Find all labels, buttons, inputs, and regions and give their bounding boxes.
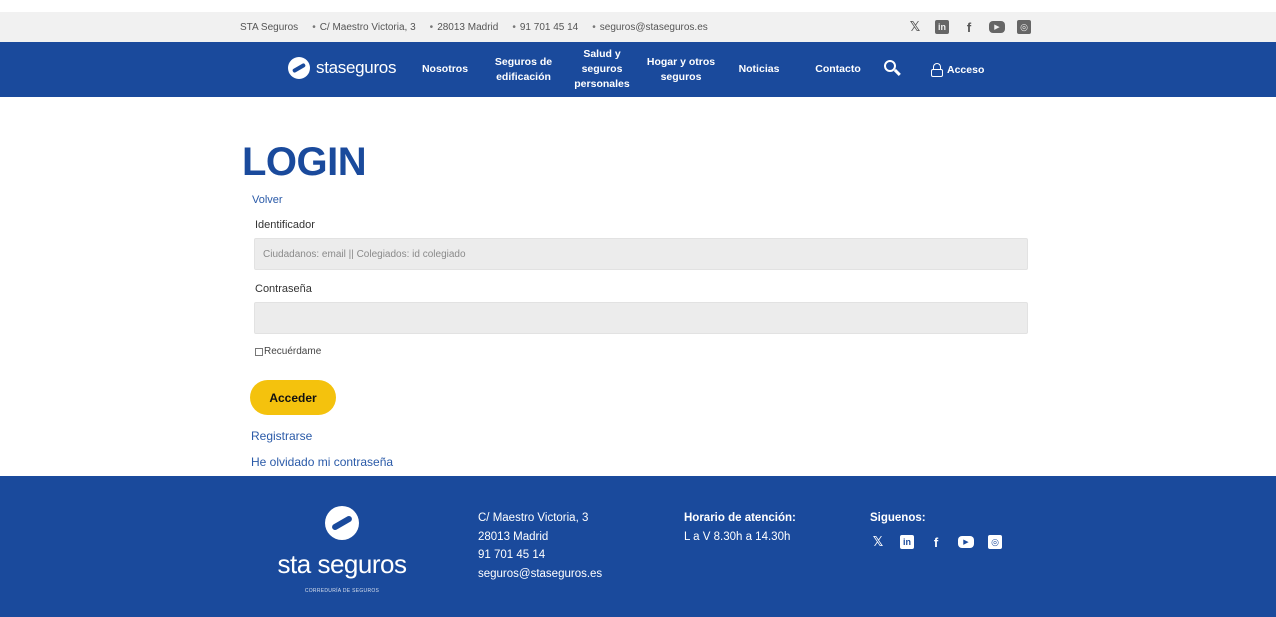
- footer-social-links: 𝕏 in f ▶ ◎: [870, 534, 1002, 550]
- access-label: Acceso: [947, 63, 985, 76]
- footer-phone[interactable]: 91 701 45 14: [478, 546, 602, 565]
- nav-item-contacto[interactable]: Contacto: [812, 42, 864, 97]
- company-name: STA Seguros: [240, 21, 299, 33]
- remember-me[interactable]: Recuérdame: [255, 346, 321, 357]
- nav-item-nosotros[interactable]: Nosotros: [420, 42, 470, 97]
- footer-hours: Horario de atención: L a V 8.30h a 14.30…: [684, 509, 796, 546]
- nav-item-salud[interactable]: Salud y seguros personales: [562, 42, 642, 97]
- footer: sta seguros CORREDURÍA DE SEGUROS C/ Mae…: [0, 476, 1276, 617]
- instagram-icon[interactable]: ◎: [988, 535, 1002, 549]
- linkedin-icon[interactable]: in: [900, 535, 914, 549]
- back-link[interactable]: Volver: [252, 194, 283, 206]
- top-info-bar: STA Seguros • C/ Maestro Victoria, 3 • 2…: [0, 12, 1276, 42]
- x-icon[interactable]: 𝕏: [870, 534, 886, 550]
- footer-email[interactable]: seguros@staseguros.es: [478, 565, 602, 584]
- hours-title: Horario de atención:: [684, 512, 796, 524]
- lock-icon: [931, 62, 943, 77]
- logo-icon: [288, 57, 310, 79]
- access-link[interactable]: Acceso: [931, 42, 984, 97]
- address: C/ Maestro Victoria, 3: [319, 21, 416, 33]
- forgot-password-link[interactable]: He olvidado mi contraseña: [251, 455, 393, 469]
- nav-item-hogar[interactable]: Hogar y otros seguros: [645, 42, 717, 97]
- instagram-icon[interactable]: ◎: [1017, 20, 1031, 34]
- email-link[interactable]: seguros@staseguros.es: [600, 22, 708, 33]
- main-navigation: staseguros Nosotros Seguros de edificaci…: [0, 42, 1276, 97]
- register-link[interactable]: Registrarse: [251, 429, 312, 443]
- facebook-icon[interactable]: f: [928, 534, 944, 550]
- footer-follow: Siguenos:: [870, 509, 926, 528]
- brand-logo[interactable]: staseguros: [288, 57, 396, 79]
- nav-item-seguros-edificacion[interactable]: Seguros de edificación: [492, 42, 555, 97]
- contact-info: STA Seguros • C/ Maestro Victoria, 3 • 2…: [240, 21, 708, 33]
- x-icon[interactable]: 𝕏: [907, 19, 923, 35]
- password-label: Contraseña: [255, 283, 312, 295]
- footer-brand: sta seguros: [277, 549, 407, 579]
- logo-icon: [325, 506, 359, 540]
- youtube-icon[interactable]: ▶: [958, 536, 974, 548]
- brand-name: staseguros: [316, 58, 397, 77]
- phone[interactable]: 91 701 45 14: [520, 22, 578, 33]
- page-title: LOGIN: [242, 140, 367, 184]
- youtube-icon[interactable]: ▶: [989, 21, 1005, 33]
- follow-title: Siguenos:: [870, 512, 926, 524]
- login-button[interactable]: Acceder: [250, 380, 336, 415]
- hours-value: L a V 8.30h a 14.30h: [684, 530, 791, 543]
- footer-contact: C/ Maestro Victoria, 3 28013 Madrid 91 7…: [478, 509, 602, 583]
- facebook-icon[interactable]: f: [961, 19, 977, 35]
- remember-checkbox[interactable]: [255, 347, 263, 356]
- footer-address: C/ Maestro Victoria, 3: [478, 512, 589, 524]
- nav-item-noticias[interactable]: Noticias: [735, 42, 783, 97]
- identifier-label: Identificador: [255, 219, 315, 231]
- linkedin-icon[interactable]: in: [935, 20, 949, 34]
- identifier-input[interactable]: [254, 238, 1028, 270]
- city: 28013 Madrid: [437, 21, 499, 33]
- footer-brand-sub: CORREDURÍA DE SEGUROS: [304, 588, 380, 594]
- password-input[interactable]: [254, 302, 1028, 334]
- search-icon[interactable]: [884, 60, 902, 78]
- footer-logo: sta seguros CORREDURÍA DE SEGUROS: [272, 506, 412, 594]
- remember-label: Recuérdame: [264, 346, 322, 357]
- footer-city: 28013 Madrid: [478, 530, 549, 543]
- social-links: 𝕏 in f ▶ ◎: [907, 12, 1031, 42]
